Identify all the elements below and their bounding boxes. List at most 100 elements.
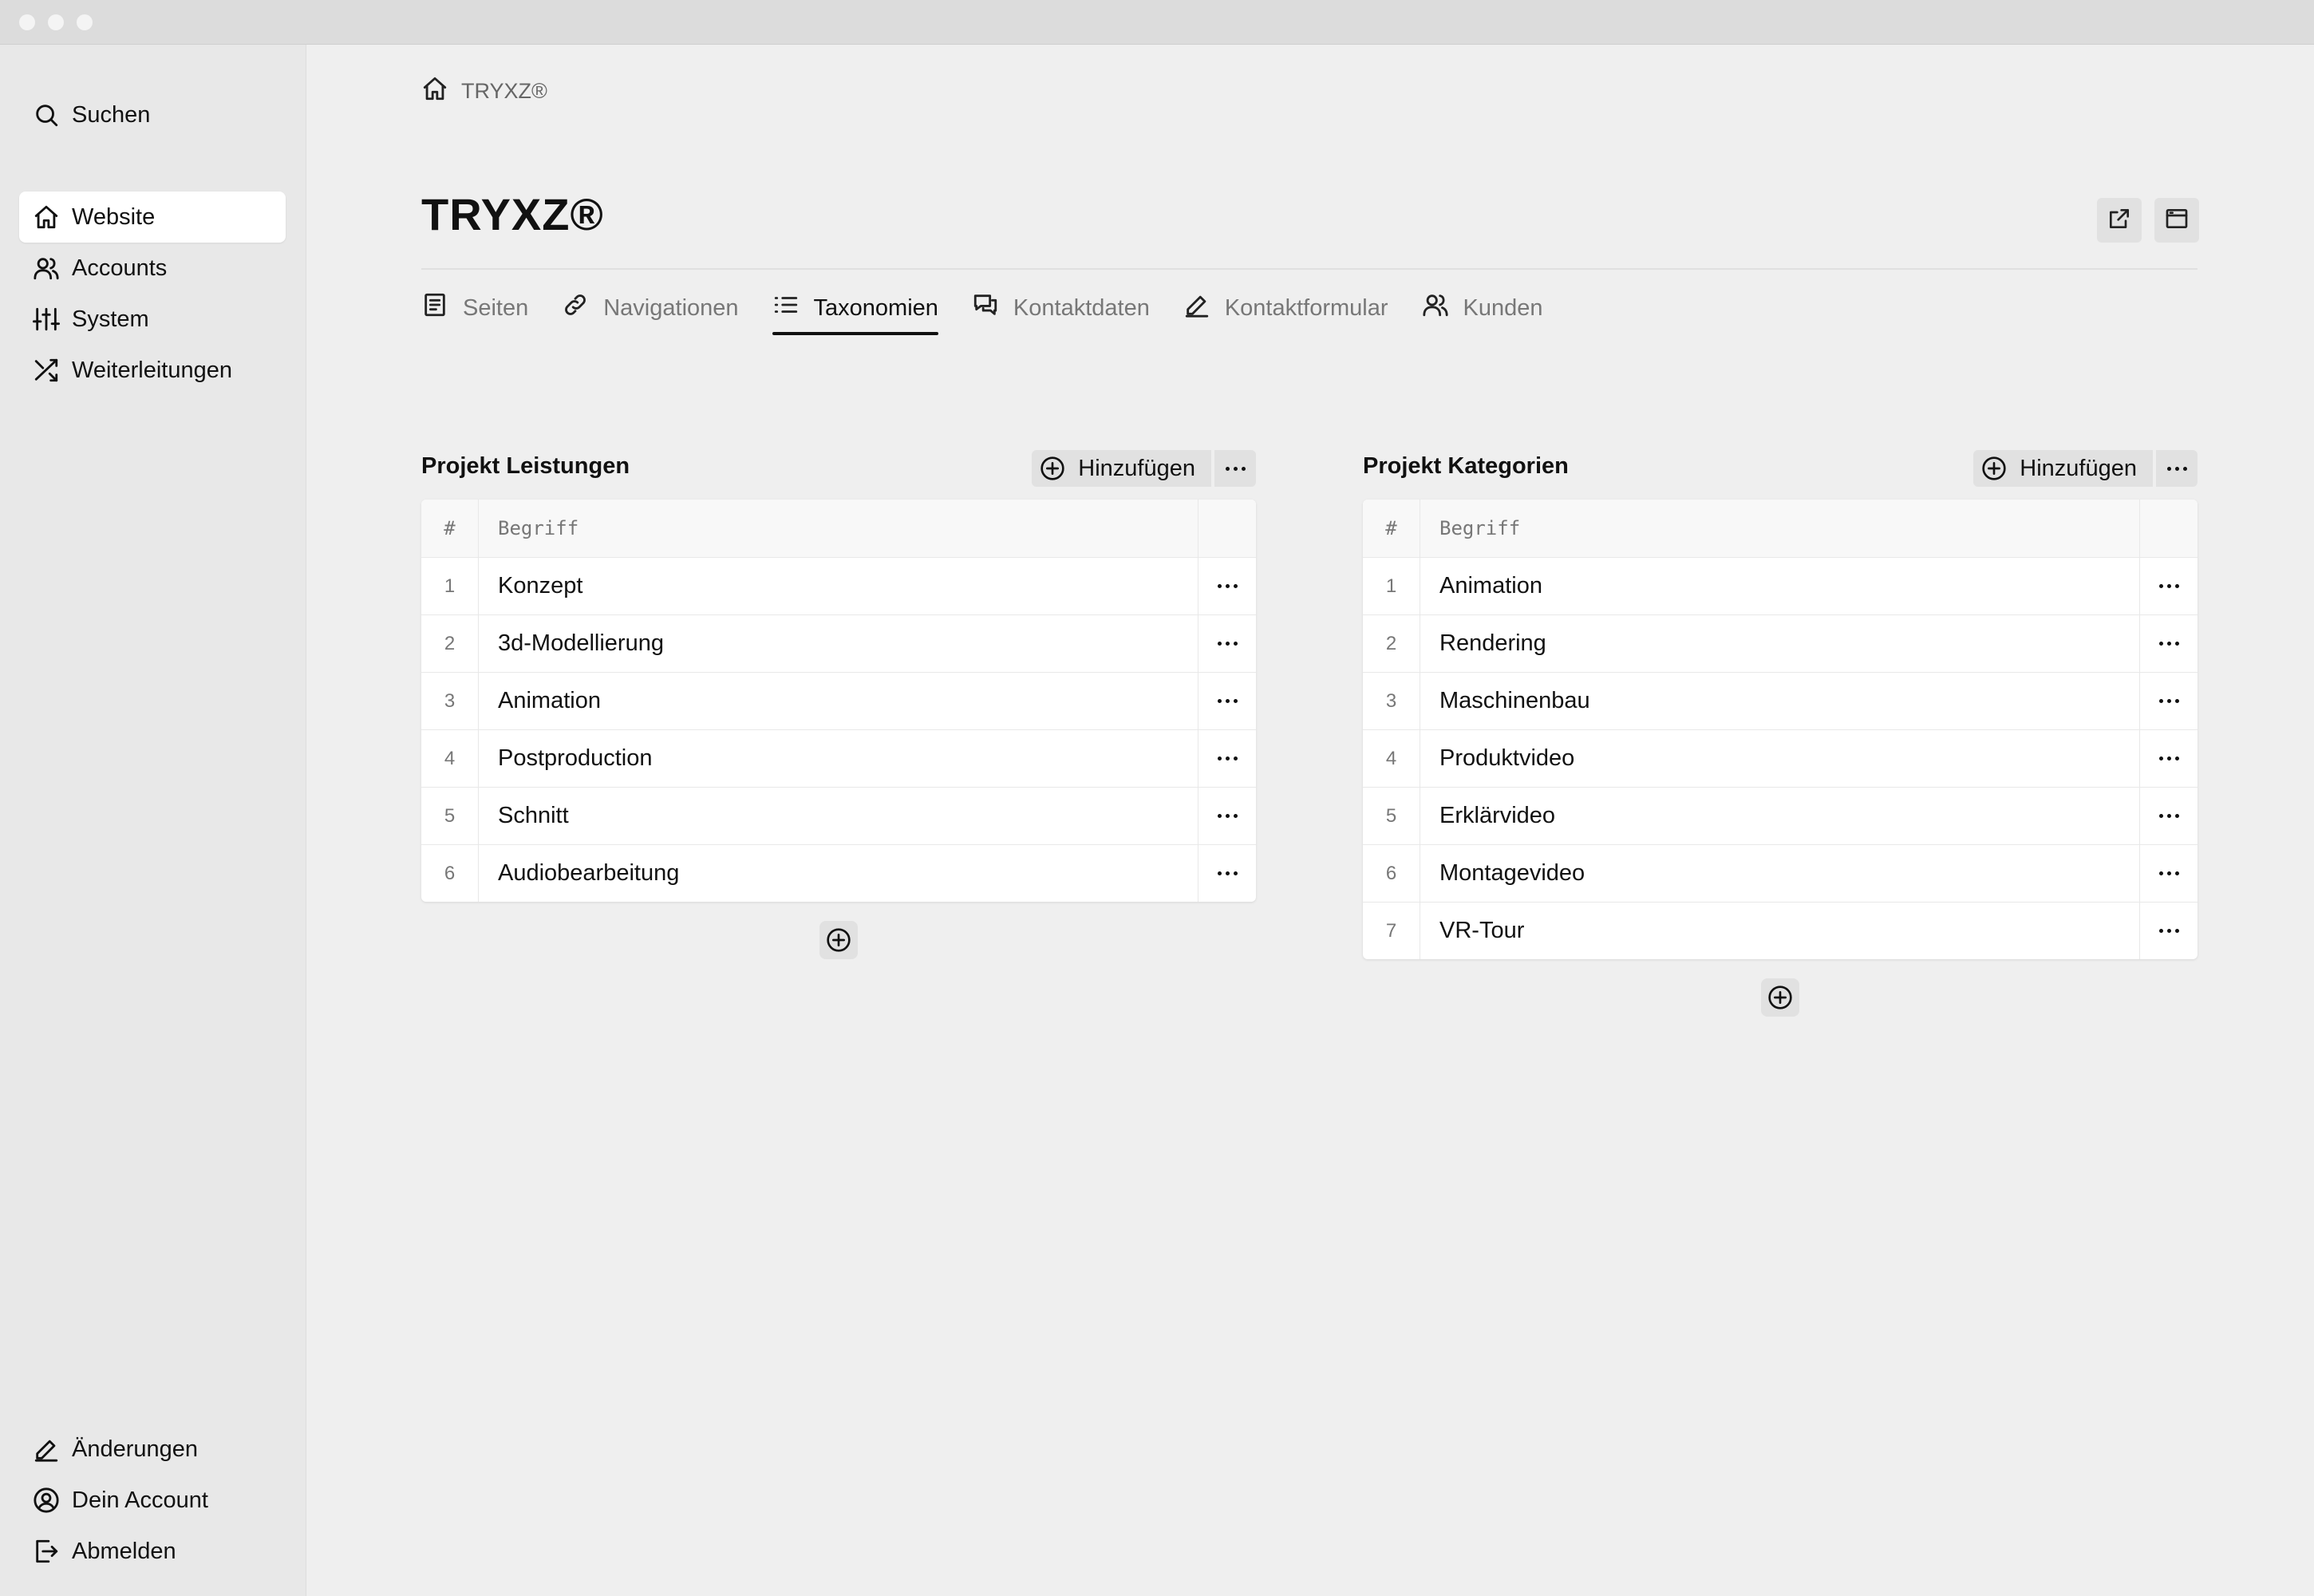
more-horizontal-icon — [1217, 699, 1238, 703]
row-term[interactable]: Erklärvideo — [1420, 788, 2140, 844]
row-term[interactable]: Produktvideo — [1420, 730, 2140, 787]
row-term[interactable]: Konzept — [479, 558, 1198, 614]
sidebar-item-weiterleitungen[interactable]: Weiterleitungen — [19, 345, 286, 396]
row-term[interactable]: 3d-Modellierung — [479, 615, 1198, 672]
table-row[interactable]: 6 Audiobearbeitung — [421, 844, 1256, 902]
sidebar-item-abmelden[interactable]: Abmelden — [19, 1526, 286, 1577]
row-number: 4 — [421, 730, 479, 787]
window-minimize-button[interactable] — [48, 14, 64, 30]
sidebar-item-website[interactable]: Website — [19, 192, 286, 243]
row-term[interactable]: Maschinenbau — [1420, 673, 2140, 729]
list-icon — [772, 291, 814, 325]
table-row[interactable]: 7 VR-Tour — [1363, 902, 2198, 959]
table-row[interactable]: 3 Maschinenbau — [1363, 672, 2198, 729]
tab-bar: Seiten Navigationen Taxonomien Kontaktda… — [421, 279, 1577, 337]
row-term[interactable]: Montagevideo — [1420, 845, 2140, 902]
row-term[interactable]: Animation — [1420, 558, 2140, 614]
table-row[interactable]: 2 Rendering — [1363, 614, 2198, 672]
window-close-button[interactable] — [19, 14, 35, 30]
open-external-button[interactable] — [2097, 198, 2142, 243]
browser-window-icon — [2164, 206, 2190, 235]
more-horizontal-icon — [2158, 584, 2179, 588]
more-horizontal-icon — [2158, 699, 2179, 703]
row-options-button[interactable] — [2140, 903, 2198, 959]
plus-circle-icon — [1041, 456, 1064, 480]
row-term[interactable]: Audiobearbeitung — [479, 845, 1198, 902]
section-options-button[interactable] — [2156, 450, 2198, 487]
table-row[interactable]: 1 Animation — [1363, 557, 2198, 614]
table-row[interactable]: 5 Schnitt — [421, 787, 1256, 844]
row-term[interactable]: Schnitt — [479, 788, 1198, 844]
more-horizontal-icon — [2158, 929, 2179, 933]
tab-kontaktformular[interactable]: Kontaktformular — [1183, 279, 1388, 337]
tab-kunden[interactable]: Kunden — [1422, 279, 1543, 337]
sidebar-item-dein-account[interactable]: Dein Account — [19, 1475, 286, 1526]
users-icon — [1422, 291, 1463, 325]
row-options-button[interactable] — [2140, 845, 2198, 902]
tab-navigationen[interactable]: Navigationen — [562, 279, 739, 337]
taxonomy-section-kategorien: Projekt Kategorien Hinzufügen # Begriff … — [1363, 444, 2198, 1017]
row-options-button[interactable] — [1198, 845, 1256, 902]
add-row-button[interactable] — [819, 921, 858, 959]
terms-table: # Begriff 1 Animation 2 Rendering 3 Masc… — [1363, 500, 2198, 959]
row-options-button[interactable] — [1198, 558, 1256, 614]
add-row-button[interactable] — [1761, 978, 1799, 1017]
row-term[interactable]: Postproduction — [479, 730, 1198, 787]
table-row[interactable]: 6 Montagevideo — [1363, 844, 2198, 902]
window-maximize-button[interactable] — [77, 14, 93, 30]
row-term[interactable]: VR-Tour — [1420, 903, 2140, 959]
row-options-button[interactable] — [2140, 615, 2198, 672]
terms-table: # Begriff 1 Konzept 2 3d-Modellierung 3 … — [421, 500, 1256, 902]
row-term[interactable]: Rendering — [1420, 615, 2140, 672]
user-circle-icon — [32, 1486, 61, 1515]
row-options-button[interactable] — [1198, 673, 1256, 729]
sidebar-item-label: System — [72, 306, 149, 332]
row-number: 1 — [421, 558, 479, 614]
table-row[interactable]: 1 Konzept — [421, 557, 1256, 614]
table-row[interactable]: 4 Postproduction — [421, 729, 1256, 787]
row-options-button[interactable] — [2140, 730, 2198, 787]
row-options-button[interactable] — [1198, 615, 1256, 672]
sidebar-search-label: Suchen — [72, 101, 151, 128]
add-term-button[interactable]: Hinzufügen — [1973, 450, 2153, 487]
tab-seiten[interactable]: Seiten — [421, 279, 528, 337]
row-term[interactable]: Animation — [479, 673, 1198, 729]
more-horizontal-icon — [1217, 814, 1238, 818]
sidebar-search[interactable]: Suchen — [19, 89, 286, 140]
home-icon[interactable] — [421, 75, 461, 108]
column-header-num: # — [421, 500, 479, 557]
tab-label: Taxonomien — [813, 294, 938, 321]
section-title: Projekt Kategorien — [1363, 452, 1569, 479]
row-options-button[interactable] — [2140, 788, 2198, 844]
breadcrumb: TRYXZ® — [421, 75, 547, 107]
table-row[interactable]: 4 Produktvideo — [1363, 729, 2198, 787]
preview-window-button[interactable] — [2154, 198, 2199, 243]
sidebar-item-system[interactable]: System — [19, 294, 286, 345]
row-options-button[interactable] — [1198, 730, 1256, 787]
section-options-button[interactable] — [1214, 450, 1256, 487]
tab-taxonomien[interactable]: Taxonomien — [772, 279, 939, 337]
chat-icon — [972, 291, 1013, 325]
row-number: 6 — [1363, 845, 1420, 902]
plus-circle-icon — [1768, 986, 1792, 1009]
sidebar-item-aenderungen[interactable]: Änderungen — [19, 1424, 286, 1475]
sidebar-item-accounts[interactable]: Accounts — [19, 243, 286, 294]
add-term-button[interactable]: Hinzufügen — [1032, 450, 1211, 487]
table-row[interactable]: 3 Animation — [421, 672, 1256, 729]
tab-label: Navigationen — [603, 294, 739, 321]
more-horizontal-icon — [2158, 757, 2179, 760]
column-header-term: Begriff — [1420, 500, 2140, 557]
tab-kontaktdaten[interactable]: Kontaktdaten — [972, 279, 1150, 337]
tab-label: Kontaktformular — [1224, 294, 1388, 321]
row-options-button[interactable] — [1198, 788, 1256, 844]
row-number: 5 — [1363, 788, 1420, 844]
page-icon — [421, 291, 463, 325]
row-number: 3 — [1363, 673, 1420, 729]
table-row[interactable]: 5 Erklärvideo — [1363, 787, 2198, 844]
external-link-icon — [2107, 206, 2132, 235]
table-row[interactable]: 2 3d-Modellierung — [421, 614, 1256, 672]
row-options-button[interactable] — [2140, 673, 2198, 729]
row-options-button[interactable] — [2140, 558, 2198, 614]
sidebar-item-label: Abmelden — [72, 1538, 176, 1564]
breadcrumb-item[interactable]: TRYXZ® — [461, 79, 547, 104]
